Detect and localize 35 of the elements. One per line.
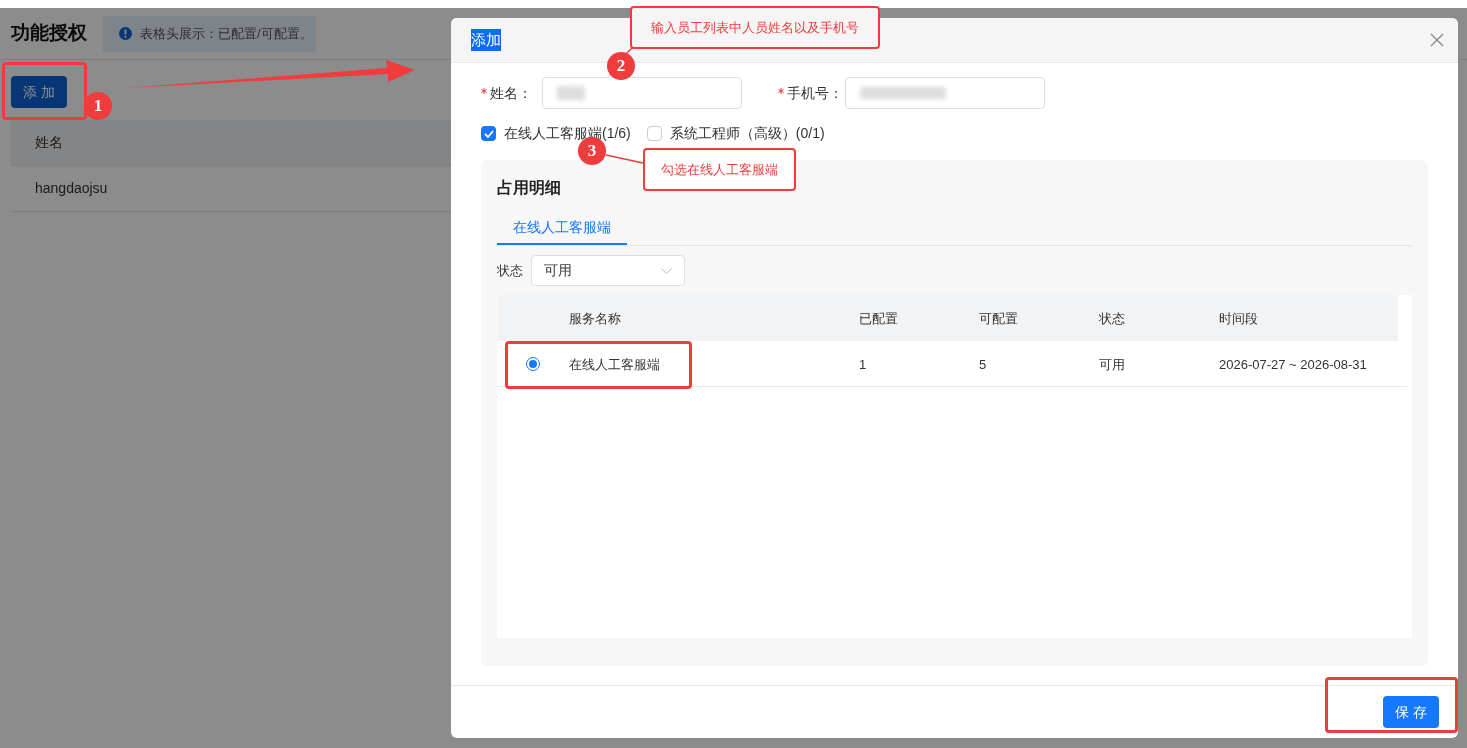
- field-label: 姓名：: [490, 83, 532, 103]
- table-cell-text: 在线人工客服端: [569, 356, 660, 374]
- column-header: 已配置: [859, 310, 898, 328]
- table-cell-text: 5: [979, 356, 987, 374]
- filter-label: 状态: [497, 261, 523, 280]
- panel-title: 占用明细: [497, 178, 562, 198]
- callout-box: 输入员工列表中人员姓名以及手机号: [630, 6, 880, 49]
- text-field[interactable]: [845, 77, 1045, 109]
- save-button[interactable]: 保 存: [1383, 696, 1439, 728]
- callout-box: 勾选在线人工客服端: [643, 148, 796, 191]
- column-header: 姓名: [34, 133, 63, 152]
- leader-line: [625, 47, 633, 55]
- info-icon: [119, 27, 132, 40]
- text-field[interactable]: [542, 77, 742, 109]
- table-cell-text: hangdaojsu: [34, 179, 108, 198]
- column-header: 服务名称: [569, 310, 621, 328]
- service-checkbox[interactable]: 系统工程师（高级）(0/1): [646, 123, 825, 144]
- dialog-title: 添加: [471, 28, 501, 52]
- chevron-down-icon: [661, 267, 672, 274]
- table-cell-text: 2026-07-27 ~ 2026-08-31: [1219, 356, 1367, 374]
- tab[interactable]: 在线人工客服端: [497, 212, 627, 245]
- field-label: 手机号：: [787, 83, 843, 103]
- table-cell-text: 可用: [1099, 356, 1125, 374]
- check-icon: [483, 129, 494, 138]
- close-icon[interactable]: [1430, 33, 1444, 47]
- leader-line: [605, 154, 644, 164]
- blurred-value: [557, 86, 585, 100]
- column-header: 可配置: [979, 310, 1018, 328]
- status-select[interactable]: 可用: [531, 255, 685, 286]
- column-header: 时间段: [1219, 310, 1258, 328]
- column-header: 状态: [1099, 310, 1125, 328]
- table-cell-text: 1: [859, 356, 867, 374]
- page-title: 功能授权: [11, 21, 87, 46]
- add-button[interactable]: 添 加: [11, 76, 67, 108]
- notice-text: 表格头展示：已配置/可配置。: [140, 24, 313, 43]
